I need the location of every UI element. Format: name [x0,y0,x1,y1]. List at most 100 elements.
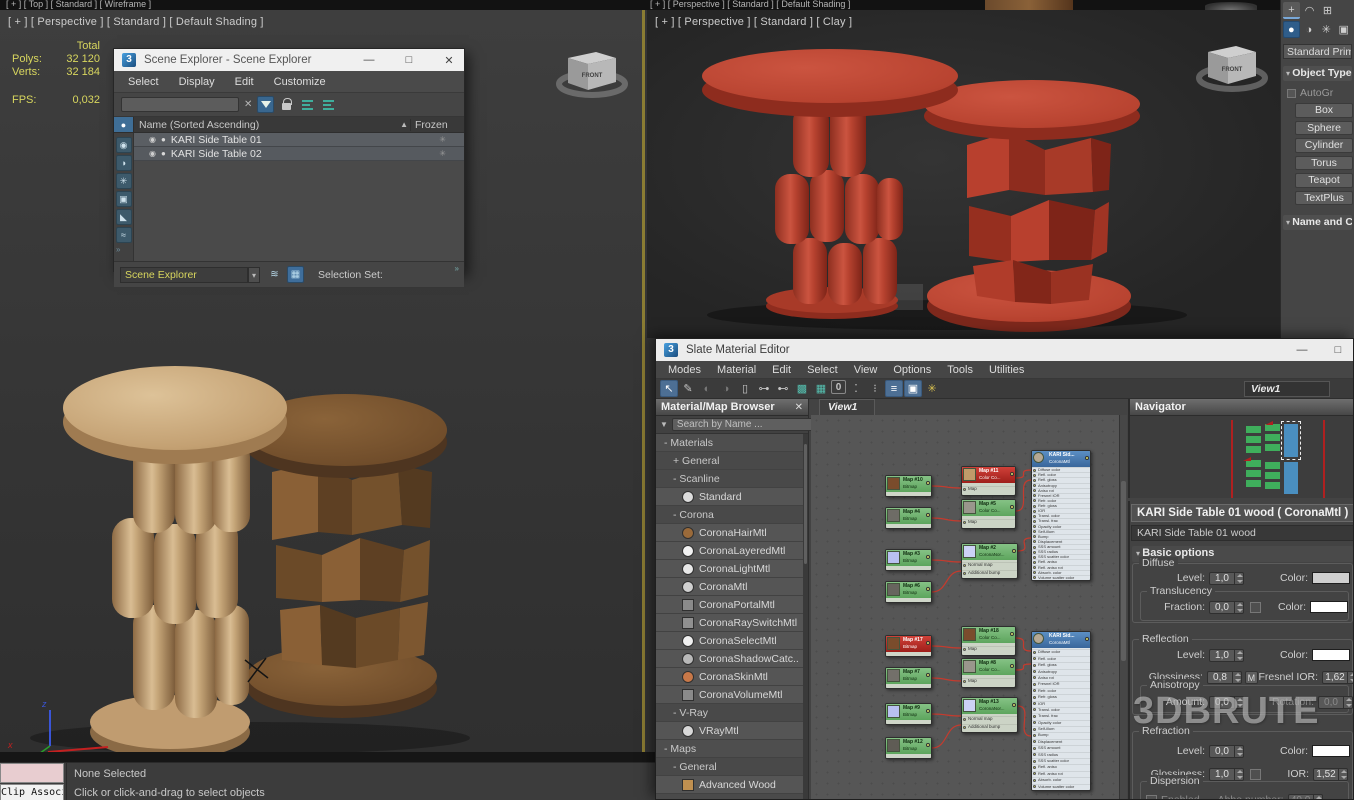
node-slot[interactable]: IOR [1032,701,1090,706]
node-slot[interactable]: SSS scatter color [1032,758,1090,763]
maximize-button[interactable]: □ [1331,344,1345,356]
name-color-rollout[interactable]: Name and C [1283,215,1352,230]
minimize-button[interactable]: — [1295,344,1309,356]
create-tab-icon[interactable]: + [1283,2,1300,19]
object-type-rollout[interactable]: Object Type [1283,66,1352,81]
layers-icon[interactable]: ≋ [266,266,283,283]
browser-tree-item[interactable]: CoronaHairMtl [656,524,803,542]
node-slot[interactable]: Aniso rot [1032,675,1090,680]
geometry-category-icon[interactable]: ● [1283,21,1300,38]
lights-filter-icon[interactable]: ✳ [116,173,132,189]
primitive-button[interactable]: Torus [1295,156,1353,171]
reflection-glossiness-spinner[interactable]: 0,8 [1207,671,1242,684]
browser-tree-item[interactable]: - Maps [656,740,803,758]
hierarchy-tab-icon[interactable]: ⊞ [1319,2,1336,19]
refraction-glossiness-spinner[interactable]: 1,0 [1209,768,1244,781]
browser-tree-item[interactable]: CoronaShadowCatc.. [656,650,803,668]
node-slot[interactable]: Additional bump [962,570,1017,576]
view-selector-dropdown[interactable]: View1 [1244,381,1330,397]
material-name-field[interactable]: KARI Side Table 01 wood [1131,525,1354,541]
node-slot[interactable]: Diffuse color [1032,649,1090,654]
node-slot[interactable]: SSS radius [1032,752,1090,757]
browser-tree-item[interactable]: CoronaSelectMtl [656,632,803,650]
glossiness-map-button[interactable]: M [1245,671,1258,684]
node-slot[interactable]: Self-illum [1032,726,1090,731]
close-button[interactable]: ✕ [442,54,456,67]
viewport-label[interactable]: [ + ] [ Perspective ] [ Standard ] [ Def… [8,16,264,28]
translucency-color-swatch[interactable] [1310,601,1348,613]
primitive-category-dropdown[interactable]: Standard Primitiv [1283,44,1352,59]
menu-item[interactable]: Display [169,76,225,88]
browser-tree-item[interactable]: CoronaLayeredMtl [656,542,803,560]
move-children-icon[interactable]: ⊶ [755,380,773,397]
node-slot[interactable]: Refl. color [1032,656,1090,661]
map-node[interactable]: Map #18Color Co...Map [961,626,1016,656]
search-options-icon[interactable]: ▼ [660,420,668,429]
display-filter-icon[interactable]: ◉ [116,137,132,153]
bitmap-node[interactable]: Map #10Bitmap [885,475,932,497]
reflection-color-swatch[interactable] [1312,649,1350,661]
map-node[interactable]: Map #11Color Co...Map [961,466,1016,496]
primitive-button[interactable]: Sphere [1295,121,1353,136]
node-slot[interactable]: Map [962,486,1015,492]
preview-window-icon[interactable]: ▣ [904,380,922,397]
minimize-button[interactable]: — [362,54,376,66]
node-slot[interactable]: Map [962,519,1015,525]
refraction-map-checkbox[interactable] [1250,769,1261,780]
dropdown-arrow-icon[interactable]: ▾ [248,267,260,283]
diffuse-level-spinner[interactable]: 1,0 [1209,572,1244,585]
bitmap-node[interactable]: Map #9Bitmap [885,703,932,725]
menu-item[interactable]: Select [118,76,169,88]
select-tool-icon[interactable]: ↖ [660,380,678,397]
node-view-canvas[interactable]: Map #10Bitmap Map #11Color Co...Map Map #4… [811,415,1119,799]
refraction-color-swatch[interactable] [1312,745,1350,757]
filter-icon[interactable] [257,96,274,113]
browser-tree-item[interactable]: CoronaMtl [656,578,803,596]
material-node[interactable]: KARI Sid...CoronaMtlDiffuse colorRefl. c… [1031,631,1091,791]
menu-item[interactable]: Options [885,364,939,376]
browser-tree-item[interactable]: - Materials [656,434,803,452]
menu-item[interactable]: Material [709,364,764,376]
clay-viewport[interactable]: [ + ] [ Perspective ] [ Standard ] [ Cla… [647,10,1280,338]
node-slot[interactable]: Displacement [1032,739,1090,744]
maxscript-listener-field[interactable]: Clip Associ [0,784,64,800]
fresnel-ior-spinner[interactable]: 1,62 [1322,671,1354,684]
primitive-button[interactable]: TextPlus [1295,191,1353,206]
node-view-scrollbar[interactable] [1119,415,1127,799]
lights-category-icon[interactable]: ✳ [1318,21,1334,38]
bitmap-node[interactable]: Map #3Bitmap [885,549,932,571]
node-slot[interactable]: Refl. aniso rot [1032,771,1090,776]
collapse-all-icon[interactable] [320,96,337,113]
bitmap-node[interactable]: Map #12Bitmap [885,737,932,759]
layout-children-icon[interactable]: ⊷ [774,380,792,397]
menu-item[interactable]: Edit [225,76,264,88]
bitmap-node[interactable]: Map #6Bitmap [885,581,932,603]
cameras-category-icon[interactable]: ▣ [1336,21,1352,38]
scene-object-row[interactable]: ◉ ● KARI Side Table 02 ✳ [134,147,464,161]
node-slot[interactable]: Volume scatter color [1032,575,1090,580]
show-grid-icon[interactable]: ▩ [793,380,811,397]
primitive-button[interactable]: Teapot [1295,173,1353,188]
select-tree-up-icon[interactable]: ⁝ [866,380,884,397]
bitmap-node[interactable]: Map #4Bitmap [885,507,932,529]
map-node[interactable]: Map #8Color Co...Map [961,658,1016,688]
browser-tree-item[interactable]: CoronaRaySwitchMtl [656,614,803,632]
scene-explorer-window[interactable]: 3 Scene Explorer - Scene Explorer — □ ✕ … [113,48,465,272]
node-slot[interactable]: SSS amount [1032,745,1090,750]
viewcube[interactable]: FRONT [1192,30,1272,102]
geometry-filter-icon[interactable]: ◑ [116,155,132,171]
reflection-level-spinner[interactable]: 1,0 [1209,649,1244,662]
bitmap-node[interactable]: Map #17Bitmap [885,635,932,657]
browser-tree-item[interactable]: Standard [656,488,803,506]
node-slot[interactable]: Refr. gloss [1032,694,1090,699]
browser-tree-item[interactable]: - V-Ray [656,704,803,722]
search-input[interactable] [121,97,239,112]
browser-tree-item[interactable]: Advanced Wood [656,776,803,794]
menu-item[interactable]: Select [799,364,846,376]
sort-ascending-icon[interactable]: ▲ [400,120,408,129]
browser-tree-item[interactable]: VRayMtl [656,722,803,740]
navigator-header[interactable]: Navigator [1130,399,1354,416]
browser-tree-item[interactable]: CoronaSkinMtl [656,668,803,686]
browser-tree-item[interactable]: + General [656,452,803,470]
menu-item[interactable]: Utilities [981,364,1032,376]
